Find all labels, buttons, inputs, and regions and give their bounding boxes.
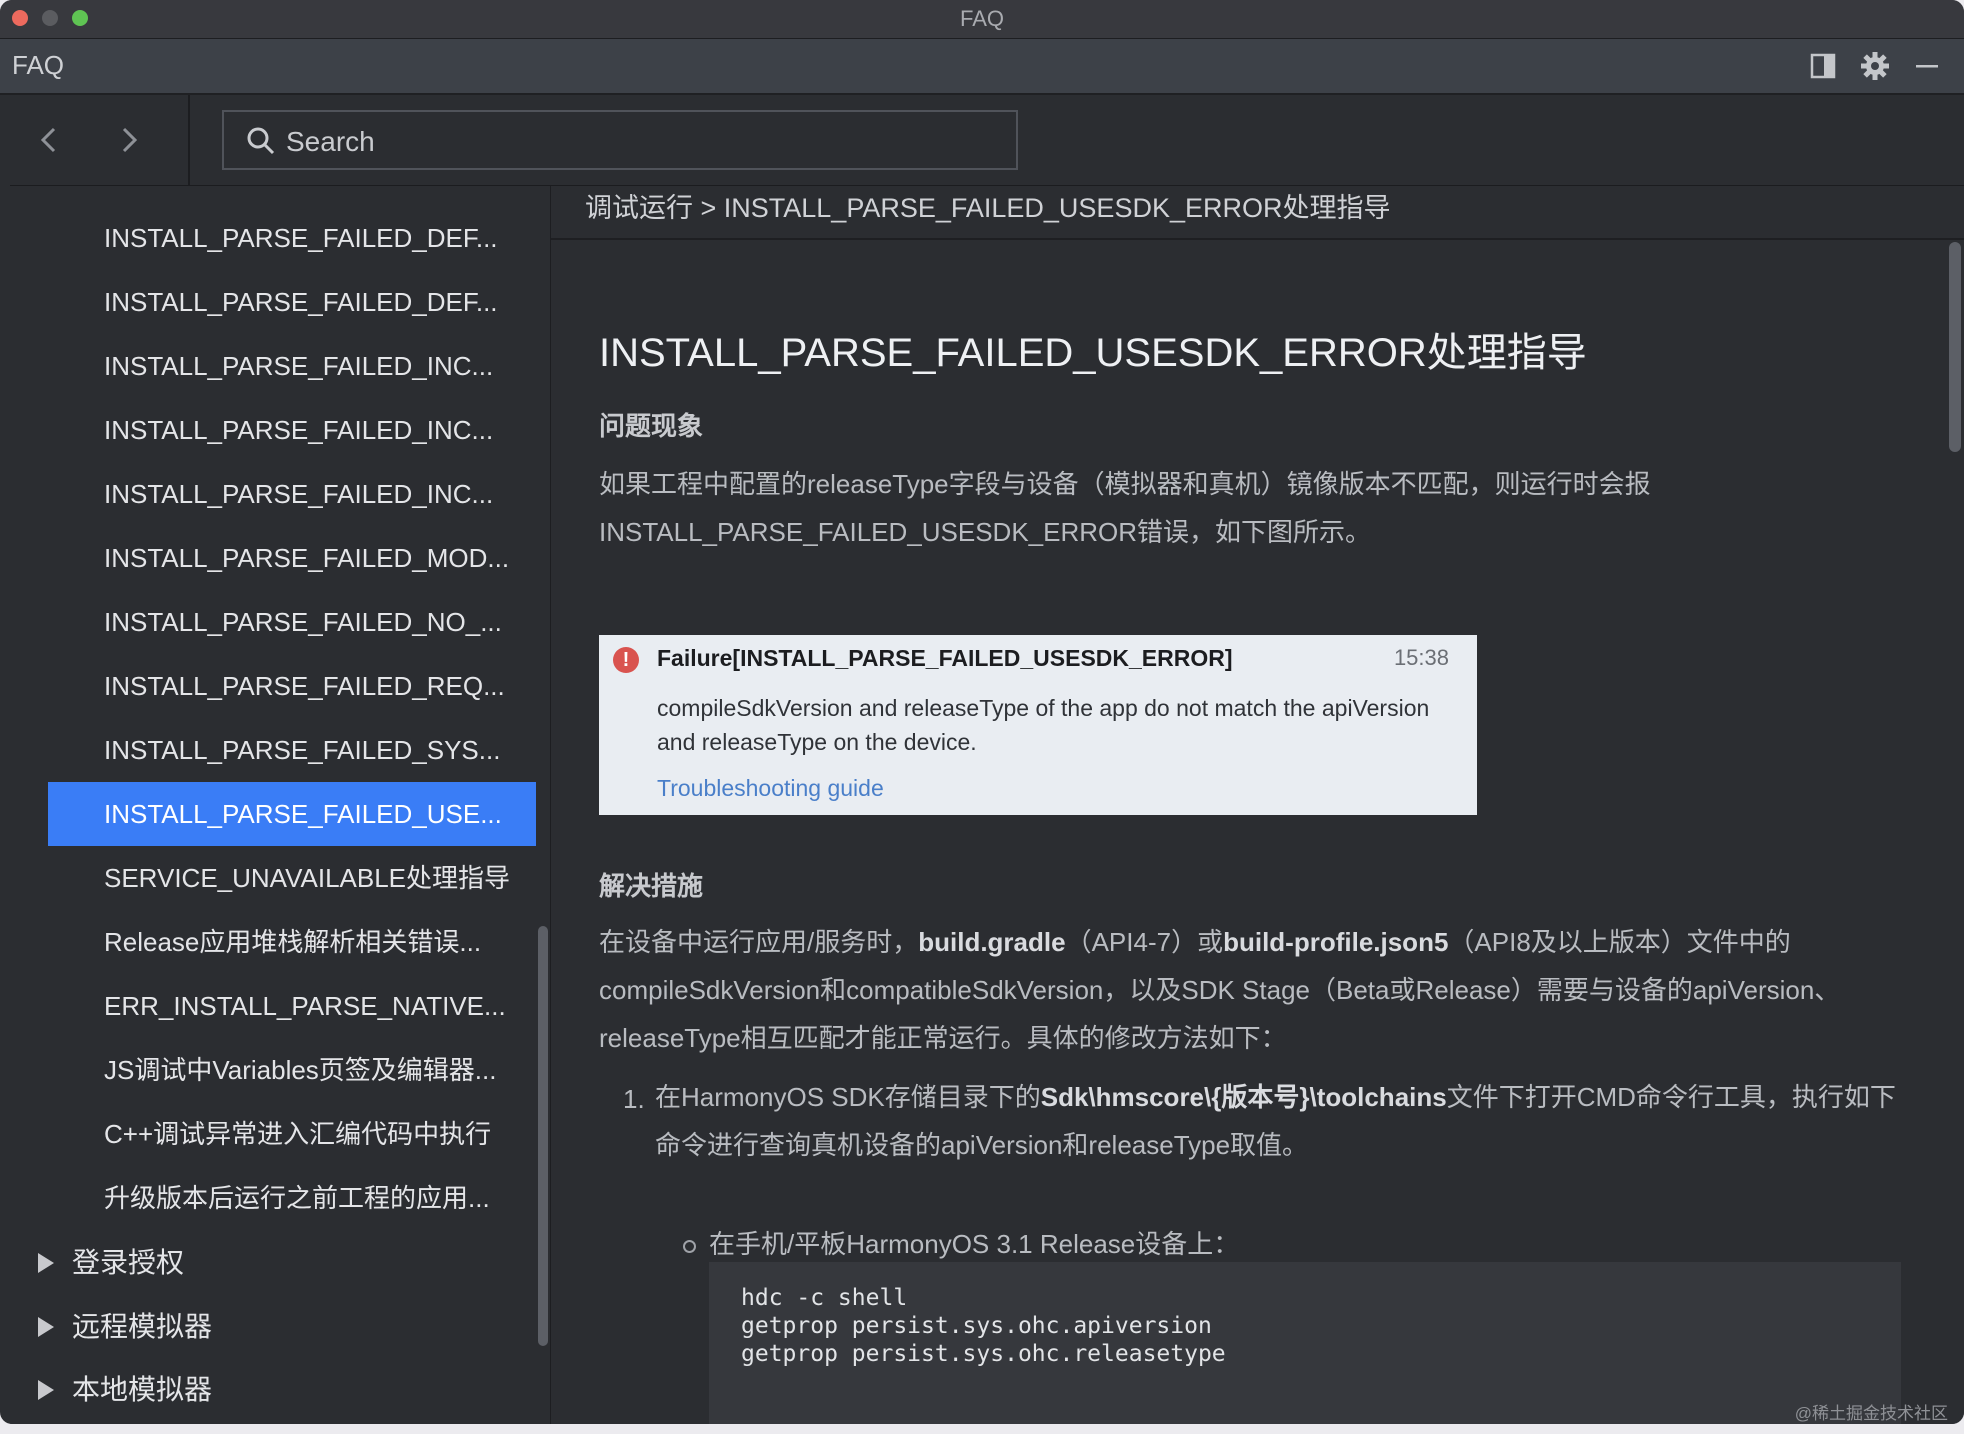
bold-text: Sdk\hmscore\{版本号}\toolchains [1040,1082,1447,1112]
sidebar-group-login[interactable]: 登录授权 [38,1231,538,1295]
breadcrumb: 调试运行 > INSTALL_PARSE_FAILED_USESDK_ERROR… [551,186,1964,240]
back-arrow-icon[interactable] [30,121,68,159]
layout-icon[interactable] [1806,49,1840,83]
troubleshooting-link[interactable]: Troubleshooting guide [657,775,884,802]
list-number: 1. [623,1084,645,1114]
sidebar-group-local-emulator[interactable]: 本地模拟器 [38,1358,538,1422]
bullet-icon [683,1240,696,1253]
history-buttons [10,95,190,185]
sidebar-item[interactable]: INSTALL_PARSE_FAILED_DEF... [48,206,536,270]
content-panel: 调试运行 > INSTALL_PARSE_FAILED_USESDK_ERROR… [550,186,1964,1424]
text-run: （API4-7）或 [1065,927,1224,957]
sidebar-group-label: 远程模拟器 [72,1311,213,1342]
sidebar-item[interactable]: INSTALL_PARSE_FAILED_NO_... [48,590,536,654]
notification-title: Failure[INSTALL_PARSE_FAILED_USESDK_ERRO… [657,645,1233,671]
sidebar-item[interactable]: INSTALL_PARSE_FAILED_DEF... [48,270,536,334]
faq-sidebar: INSTALL_PARSE_FAILED_DEF... INSTALL_PARS… [10,186,550,1424]
forward-arrow-icon[interactable] [110,121,148,159]
search-input[interactable]: Search [222,110,1018,170]
gear-icon[interactable] [1858,49,1892,83]
search-icon [247,127,275,155]
sidebar-item[interactable]: INSTALL_PARSE_FAILED_INC... [48,462,536,526]
list-item-substep: 在手机/平板HarmonyOS 3.1 Release设备上： [709,1229,1240,1259]
solution-description: 在设备中运行应用/服务时，build.gradle（API4-7）或build-… [599,918,1909,1062]
sidebar-item[interactable]: INSTALL_PARSE_FAILED_MOD... [48,526,536,590]
page-title: INSTALL_PARSE_FAILED_USESDK_ERROR处理指导 [599,331,1587,375]
tool-window-title: FAQ [12,50,65,80]
list-item-step1: 在HarmonyOS SDK存储目录下的Sdk\hmscore\{版本号}\to… [655,1073,1915,1169]
text-run: 在设备中运行应用/服务时， [599,927,919,957]
sidebar-group-label: 登录授权 [72,1247,185,1278]
expand-triangle-icon [38,1316,54,1337]
sidebar-item[interactable]: 升级版本后运行之前工程的应用... [48,1166,536,1230]
code-block: hdc -c shell getprop persist.sys.ohc.api… [709,1262,1901,1424]
expand-triangle-icon [38,1379,54,1400]
sidebar-item[interactable]: INSTALL_PARSE_FAILED_INC... [48,398,536,462]
watermark: @稀土掘金技术社区 [1794,1404,1948,1423]
sidebar-item[interactable]: INSTALL_PARSE_FAILED_SYS... [48,718,536,782]
sidebar-item[interactable]: ERR_INSTALL_PARSE_NATIVE... [48,974,536,1038]
hide-panel-icon[interactable] [1910,49,1944,83]
search-placeholder: Search [286,126,375,157]
app-window: FAQ FAQ Search INSTALL_PARSE_FAILED_DEF.… [0,0,1964,1424]
title-bar: FAQ [0,0,1964,39]
navigation-bar: Search [10,95,1964,186]
error-icon: ! [613,647,639,673]
sidebar-item[interactable]: JS调试中Variables页签及编辑器... [48,1038,536,1102]
sidebar-scrollbar[interactable] [538,926,548,1346]
sidebar-item[interactable]: SERVICE_UNAVAILABLE处理指导 [48,846,536,910]
tool-window-header: FAQ [0,39,1964,95]
problem-description: 如果工程中配置的releaseType字段与设备（模拟器和真机）镜像版本不匹配，… [599,469,1651,547]
sidebar-item[interactable]: Release应用堆栈解析相关错误... [48,910,536,974]
notification-time: 15:38 [1393,645,1449,670]
notification-body: compileSdkVersion and releaseType of the… [657,695,1430,755]
text-run: 在HarmonyOS SDK存储目录下的 [655,1082,1041,1112]
window-title: FAQ [959,6,1004,31]
section-heading-solution: 解决措施 [599,871,704,901]
sidebar-item[interactable]: INSTALL_PARSE_FAILED_REQ... [48,654,536,718]
error-notification-screenshot: ! Failure[INSTALL_PARSE_FAILED_USESDK_ER… [599,635,1477,815]
sidebar-group-remote-emulator[interactable]: 远程模拟器 [38,1295,538,1359]
sidebar-item[interactable]: INSTALL_PARSE_FAILED_INC... [48,334,536,398]
content-scrollbar[interactable] [1949,242,1961,452]
code-text: hdc -c shell getprop persist.sys.ohc.api… [741,1285,1226,1367]
sidebar-item-selected[interactable]: INSTALL_PARSE_FAILED_USE... [48,782,536,846]
bold-text: build.gradle [918,927,1066,957]
bold-text: build-profile.json5 [1223,927,1449,957]
expand-triangle-icon [38,1252,54,1273]
sidebar-group-label: 本地模拟器 [72,1374,213,1405]
sidebar-item[interactable]: C++调试异常进入汇编代码中执行 [48,1102,536,1166]
section-heading-problem: 问题现象 [599,411,704,441]
